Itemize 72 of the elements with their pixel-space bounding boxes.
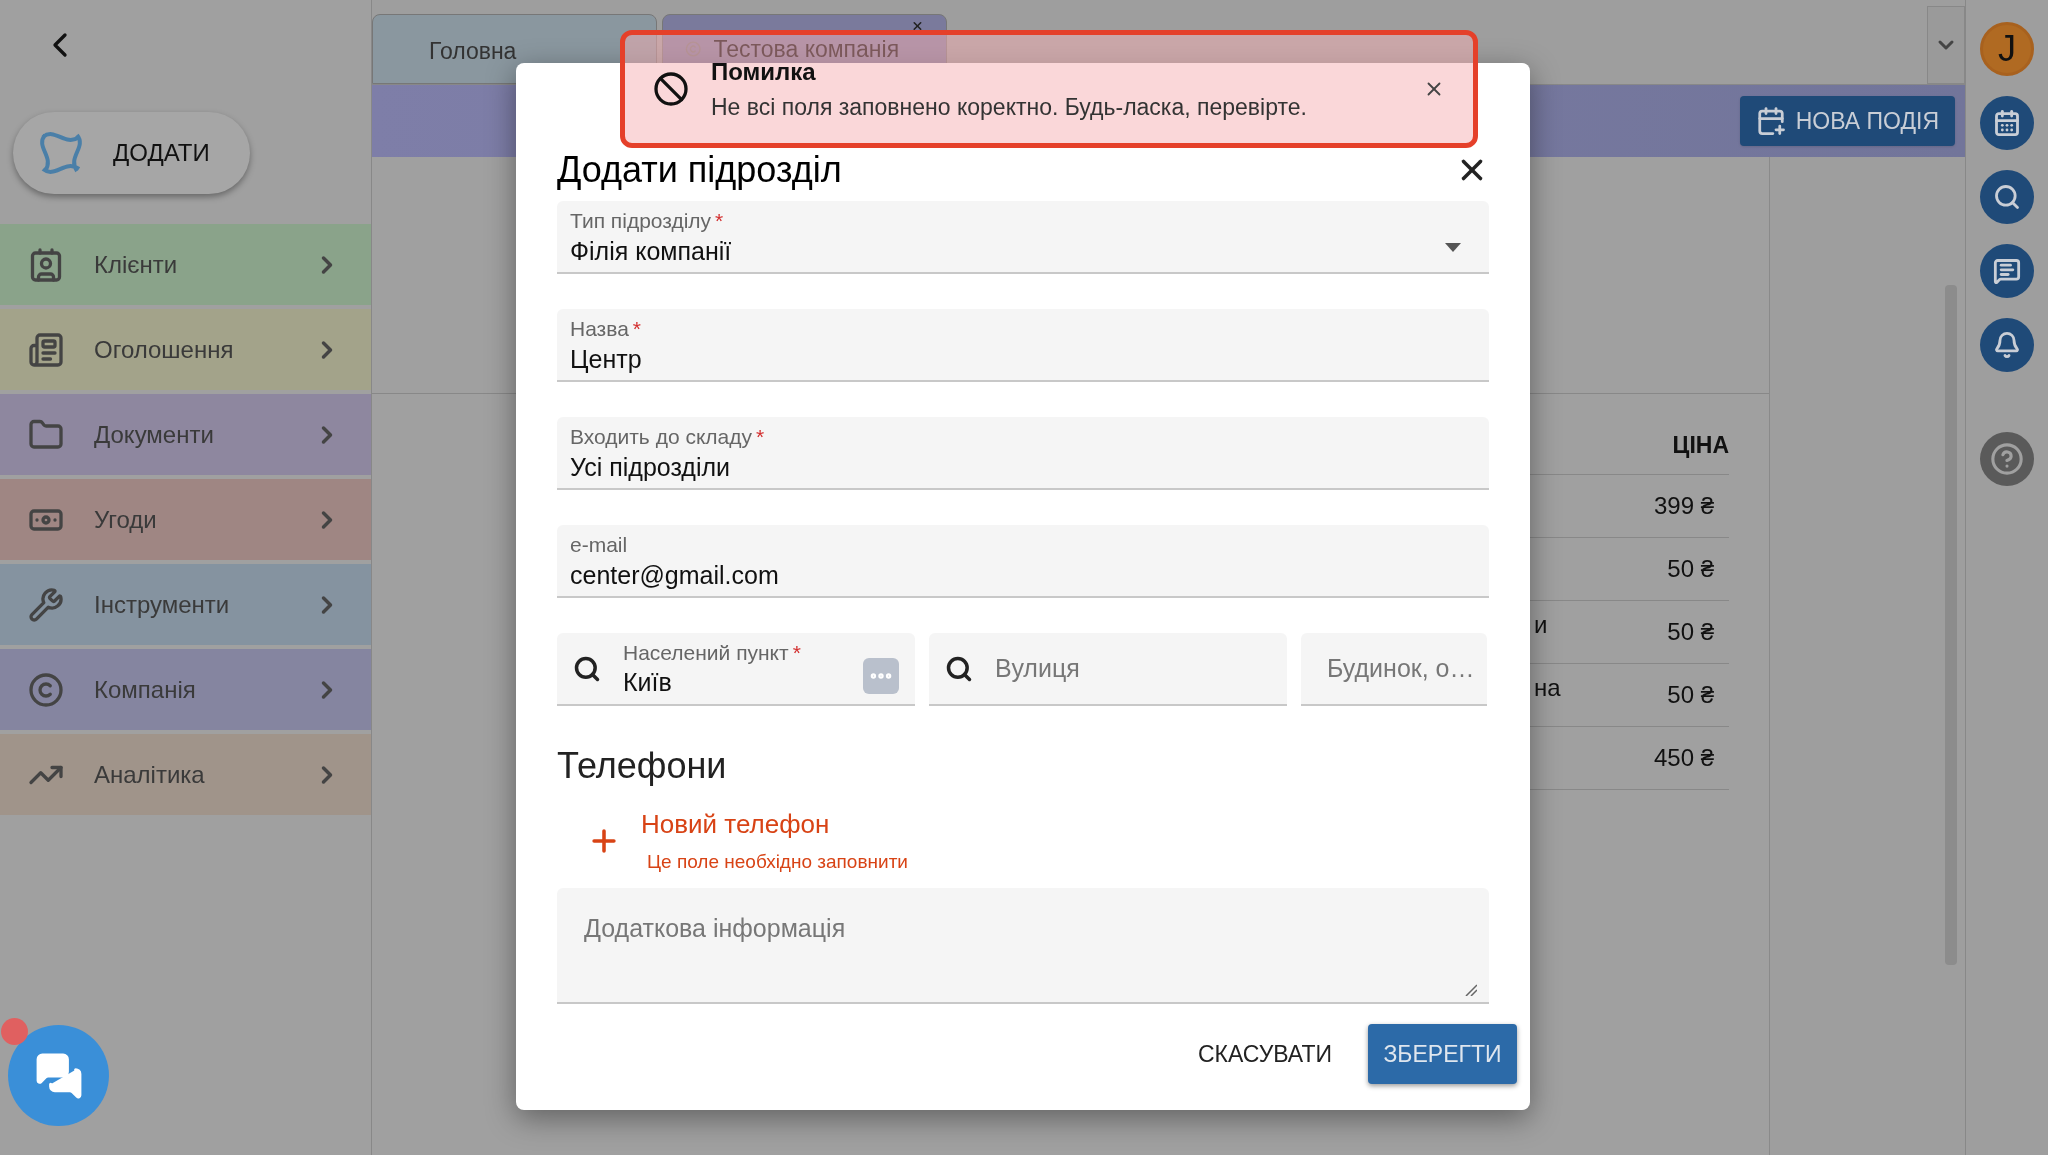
toast-title: Помилка	[711, 57, 817, 87]
sidebar-label: Документи	[94, 419, 215, 450]
add-button[interactable]: ДОДАТИ	[13, 112, 250, 194]
sidebar-item[interactable]: Документи	[0, 394, 371, 475]
field-placeholder: Вулиця	[995, 652, 1081, 684]
field-placeholder: Будинок, о…	[1327, 652, 1475, 684]
resize-handle-icon[interactable]	[1465, 984, 1477, 996]
field-value: Усі підрозділи	[570, 452, 732, 483]
search-icon	[573, 654, 601, 683]
input-field[interactable]: Вулиця	[929, 633, 1287, 706]
field-value: Центр	[570, 344, 642, 375]
input-field[interactable]: Входить до складу * Усі підрозділи	[557, 417, 1489, 490]
contact-card-icon	[28, 246, 64, 283]
required-asterisk: *	[715, 208, 724, 234]
field-label: e-mail	[570, 532, 629, 558]
error-message: Це поле необхідно заповнити	[647, 850, 908, 875]
table-cell-text: 50 ₴	[1667, 680, 1715, 710]
select-field[interactable]: Тип підрозділу * Філія компанії	[557, 201, 1489, 274]
table-cell-text: 50 ₴	[1667, 617, 1715, 647]
table-cell-text: 50 ₴	[1667, 554, 1715, 584]
field-label: Населений пункт *	[623, 639, 802, 666]
input-field[interactable]: Назва * Центр	[557, 309, 1489, 382]
sidebar-label: Клієнти	[94, 249, 179, 280]
field-value: Філія компанії	[570, 236, 732, 267]
field-label: Входить до складу *	[570, 424, 765, 450]
newspaper-icon	[28, 331, 64, 368]
required-asterisk: *	[632, 316, 642, 342]
new-event-button[interactable]: НОВА ПОДІЯ	[1739, 96, 1955, 146]
wrench-icon	[28, 586, 64, 623]
add-phone-link[interactable]: Новий телефон	[641, 805, 908, 845]
textarea-field[interactable]: Додаткова інформація	[557, 888, 1489, 1004]
sidebar-label: Аналітика	[94, 759, 206, 790]
sidebar-item[interactable]: Інструменти	[0, 564, 371, 645]
help-icon[interactable]	[1980, 432, 2034, 486]
sidebar-item[interactable]: Клієнти	[0, 224, 371, 305]
column-header: ЦІНА	[1672, 430, 1729, 460]
table-cell-text: 399 ₴	[1653, 491, 1715, 521]
search-icon[interactable]	[1980, 170, 2034, 224]
sidebar-label: Компанія	[94, 674, 197, 705]
table-cell-text: на	[1534, 673, 1561, 703]
section-heading: Телефони	[557, 744, 728, 788]
field-value: center@gmail.com	[570, 560, 779, 591]
user-avatar[interactable]: J	[1980, 22, 2034, 76]
field-value: Київ	[623, 666, 673, 698]
calendar-plus-icon	[1755, 106, 1786, 136]
table-cell-text: и	[1534, 610, 1548, 640]
sidebar-item[interactable]: Компанія	[0, 649, 371, 730]
input-field[interactable]: Населений пункт * Київ	[557, 633, 915, 706]
chat-icon[interactable]	[1980, 244, 2034, 298]
field-label: Тип підрозділу *	[570, 208, 725, 234]
sidebar-label: Угоди	[94, 504, 158, 535]
dialog-title: Додати підрозділ	[557, 151, 842, 189]
cancel-button[interactable]: СКАСУВАТИ	[1190, 1024, 1340, 1084]
field-label: Назва *	[570, 316, 642, 342]
search-icon	[945, 654, 973, 683]
error-icon	[653, 71, 689, 107]
sidebar-item[interactable]: Угоди	[0, 479, 371, 560]
required-asterisk: *	[792, 639, 801, 666]
required-asterisk: *	[756, 424, 765, 450]
notification-icon[interactable]	[1980, 318, 2034, 372]
dropdown-caret-icon	[1445, 243, 1461, 252]
sidebar-item[interactable]: Аналітика	[0, 734, 371, 815]
input-field[interactable]: e-mail center@gmail.com	[557, 525, 1489, 598]
sidebar-label: Оголошення	[94, 334, 235, 365]
input-field[interactable]: Будинок, о…	[1301, 633, 1487, 706]
sidebar-label: Інструменти	[94, 589, 231, 620]
calendar-icon[interactable]	[1980, 96, 2034, 150]
table-cell-text: 450 ₴	[1653, 743, 1715, 773]
toast-message: Не всі поля заповнено коректно. Будь-ласка, перевірте.	[711, 92, 1308, 122]
sidebar-item[interactable]: Оголошення	[0, 309, 371, 390]
save-button[interactable]: ЗБЕРЕГТИ	[1368, 1024, 1517, 1084]
copyright-icon	[28, 671, 64, 708]
